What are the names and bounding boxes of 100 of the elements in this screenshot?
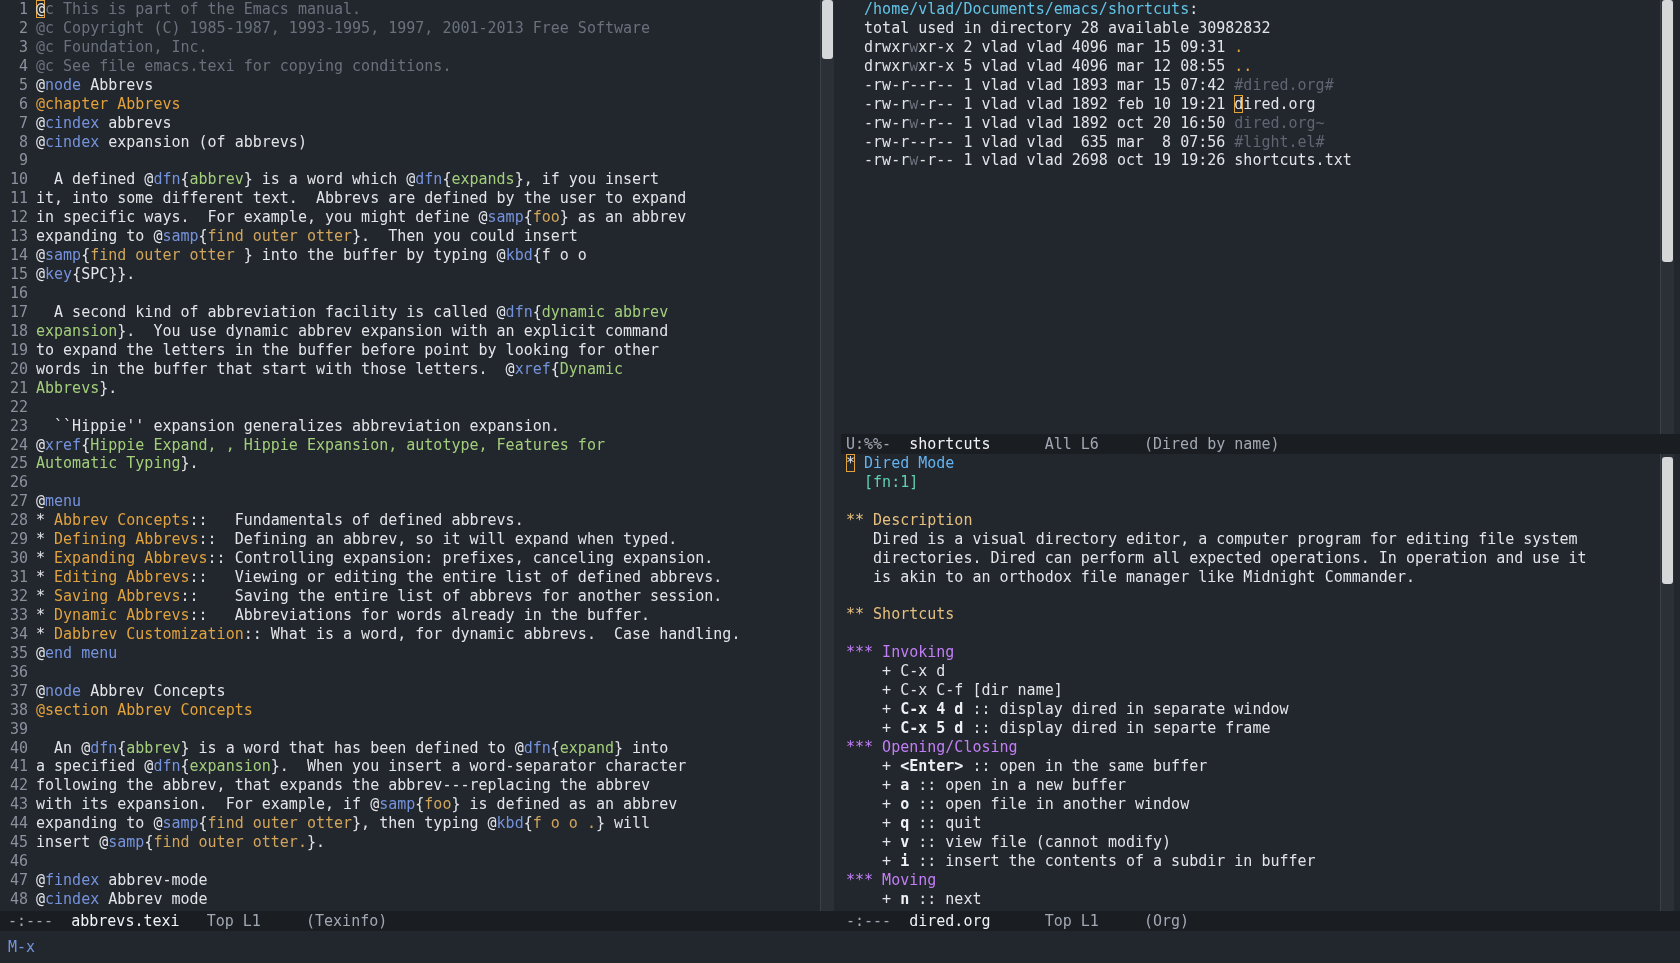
code-line: with its expansion. For example, if @samp{foo} is defined as an abbrev — [36, 795, 678, 815]
code-line: drwxrwxr-x 5 vlad vlad 4096 mar 12 08:55 .. — [863, 56, 1253, 76]
scrollbar[interactable] — [1660, 454, 1674, 911]
line-number: 11 — [8, 189, 29, 209]
mode-line-status: -:--- — [846, 911, 893, 931]
code-line: ** Shortcuts — [846, 605, 955, 625]
code-line: insert @samp{find outer otter.}. — [36, 833, 325, 853]
line-number: 8 — [17, 132, 29, 152]
code-line: *** Moving — [846, 870, 937, 890]
code-line: @node Abbrev Concepts — [36, 681, 226, 701]
code-line: + n :: next — [881, 889, 982, 909]
line-number: 12 — [8, 208, 29, 228]
code-line: ``Hippie'' expansion generalizes abbreviation expansion. — [53, 416, 560, 436]
line-number: 38 — [8, 700, 29, 720]
code-line: expanding to @samp{find outer otter}, then typing @kbd{f o o .} will — [36, 814, 651, 834]
line-number: 32 — [8, 587, 29, 606]
code-line: -rw-r--r-- 1 vlad vlad 1893 mar 15 07:42 #dired.org# — [863, 75, 1334, 95]
line-number: 25 — [8, 454, 29, 474]
code-line: expansion}. You use dynamic abbrev expansion with an explicit command — [36, 321, 669, 341]
code-line: *** Invoking — [846, 643, 955, 663]
scrollbar-thumb[interactable] — [822, 0, 833, 59]
code-line: @cindex expansion (of abbrevs) — [36, 132, 307, 152]
code-line: @chapter Abbrevs — [36, 94, 181, 114]
line-number: 27 — [8, 492, 29, 512]
code-line: Automatic Typing}. — [36, 454, 199, 474]
mode-line-mode: (Dired by name) — [1144, 434, 1280, 454]
line-number: 2 — [17, 18, 29, 38]
line-number: 26 — [8, 473, 29, 493]
line-number: 40 — [8, 738, 29, 758]
mode-line-buffer: dired.org — [909, 911, 992, 931]
line-number: 14 — [8, 246, 29, 266]
line-number: 20 — [8, 359, 29, 379]
code-line: @node Abbrevs — [36, 75, 154, 95]
code-line: @c Copyright (C) 1985-1987, 1993-1995, 1997, 2001-2013 Free Software — [36, 18, 651, 38]
line-number: 7 — [17, 113, 29, 133]
code-line: + <Enter> :: open in the same buffer — [881, 757, 1208, 776]
mode-line-buffer: abbrevs.texi — [71, 911, 181, 931]
code-line: @c Foundation, Inc. — [36, 37, 208, 57]
scrollbar[interactable] — [820, 0, 834, 911]
line-number: 10 — [8, 170, 29, 190]
line-number: 15 — [8, 265, 29, 285]
code-line: @end menu — [36, 643, 118, 663]
code-line: * Defining Abbrevs:: Defining an abbrev, so it will expand when typed. — [36, 530, 678, 550]
minibuffer-prompt: M-x — [8, 937, 36, 957]
line-number: 5 — [17, 75, 29, 95]
code-line: + v :: view file (cannot modify) — [881, 832, 1172, 852]
code-line: + q :: quit — [881, 813, 982, 833]
code-line: words in the buffer that start with those letters. @xref{Dynamic — [36, 359, 623, 379]
code-line: directories. Dired can perform all expected operations. In operation and use it — [872, 548, 1587, 568]
line-number: 3 — [17, 37, 29, 57]
code-line: total used in directory 28 available 30982832 — [863, 18, 1271, 38]
code-line: -rw-rw-r-- 1 vlad vlad 1892 oct 20 16:50 dired.org~ — [863, 113, 1325, 133]
code-line: *** Opening/Closing — [846, 738, 1018, 757]
line-number: 29 — [8, 530, 29, 550]
code-line: /home/vlad/Documents/emacs/shortcuts: — [863, 0, 1199, 19]
code-line: -rw-rw-r-- 1 vlad vlad 2698 oct 19 19:26 shortcuts.txt — [863, 151, 1352, 171]
code-line: [fn:1] — [863, 472, 919, 492]
scrollbar[interactable] — [1660, 0, 1674, 434]
line-number: 13 — [8, 227, 29, 247]
code-line: * Abbrev Concepts:: Fundamentals of defined abbrevs. — [36, 511, 524, 531]
line-number: 18 — [8, 321, 29, 341]
line-number: 28 — [8, 511, 29, 531]
line-number: 21 — [8, 378, 29, 398]
code-line: is akin to an orthodox file manager like Midnight Commander. — [872, 567, 1415, 587]
line-number: 46 — [8, 852, 29, 872]
line-number: 35 — [8, 643, 29, 663]
line-number: 19 — [8, 340, 29, 360]
code-line: @cindex Abbrev mode — [36, 890, 208, 909]
mode-line-position: Top L1 — [206, 911, 262, 931]
line-number: 30 — [8, 549, 29, 569]
line-number: 24 — [8, 435, 29, 455]
code-line: * Editing Abbrevs:: Viewing or editing the entire list of defined abbrevs. — [36, 568, 723, 588]
code-line: -rw-r--r-- 1 vlad vlad 635 mar 8 07:56 #light.el# — [863, 132, 1325, 152]
mode-line-position: Top L1 — [1044, 911, 1100, 931]
line-number: 42 — [8, 776, 29, 796]
code-line: @cindex abbrevs — [36, 113, 172, 133]
line-number: 44 — [8, 814, 29, 834]
code-line: + C-x C-f [dir name] — [881, 681, 1063, 701]
code-line: drwxrwxr-x 2 vlad vlad 4096 mar 15 09:31 . — [863, 37, 1244, 57]
code-line: @section Abbrev Concepts — [36, 700, 253, 720]
code-line: * Expanding Abbrevs:: Controlling expansion: prefixes, canceling expansion. — [36, 549, 714, 569]
code-line: * Dabbrev Customization:: What is a word, for dynamic abbrevs. Case handling. — [36, 624, 741, 644]
mode-line-status: U:%%- — [846, 434, 893, 454]
code-line: @samp{find outer otter } into the buffer by typing @kbd{f o o — [36, 246, 587, 266]
line-number: 31 — [8, 568, 29, 588]
scrollbar-thumb[interactable] — [1662, 457, 1673, 584]
code-line: * Dired Mode — [846, 454, 955, 473]
code-line: expanding to @samp{find outer otter}. Then you could insert — [36, 227, 578, 247]
code-line: @key{SPC}}. — [36, 265, 136, 285]
line-number: 6 — [17, 94, 29, 114]
scrollbar-thumb[interactable] — [1662, 0, 1673, 262]
code-line: @menu — [36, 492, 82, 512]
code-line: + C-x 5 d :: display dired in separte frame — [881, 719, 1271, 739]
line-number: 4 — [17, 56, 29, 76]
line-number: 48 — [8, 890, 29, 909]
line-number: 9 — [17, 151, 29, 171]
line-number: 45 — [8, 833, 29, 853]
code-line: + o :: open file in another window — [881, 794, 1190, 814]
code-line: + C-x d — [881, 662, 946, 682]
code-line: @findex abbrev-mode — [36, 871, 208, 891]
